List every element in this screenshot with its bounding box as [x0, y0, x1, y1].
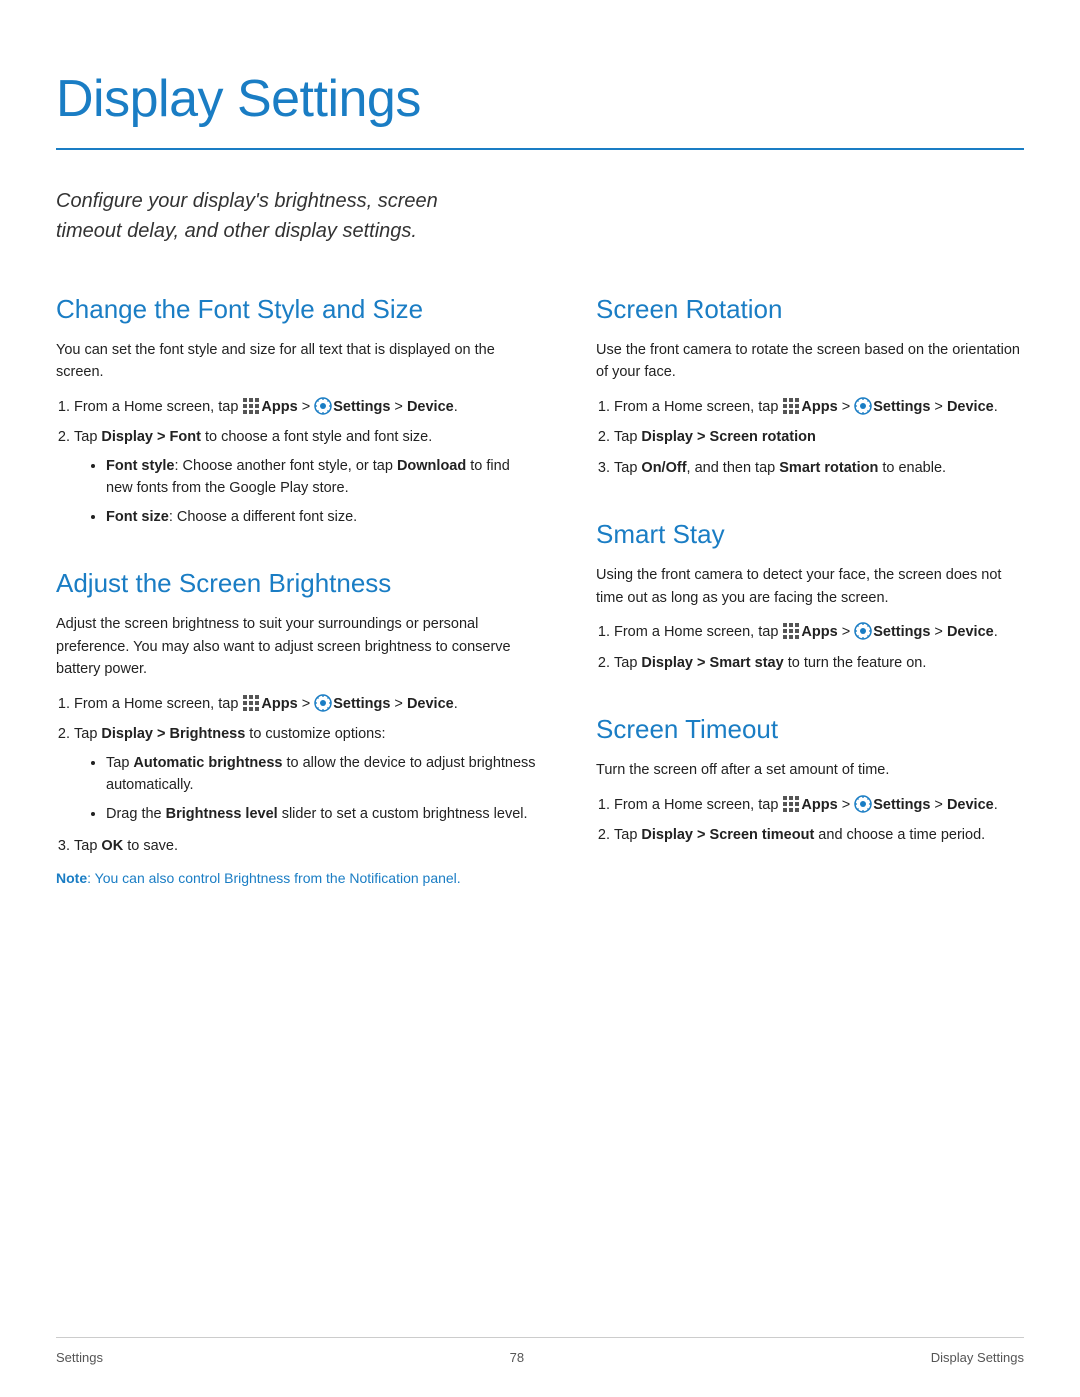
title-divider	[56, 148, 1024, 150]
apps-icon-3	[782, 397, 800, 415]
settings-icon-4	[854, 622, 872, 640]
right-column: Screen Rotation Use the front camera to …	[596, 290, 1024, 925]
left-column: Change the Font Style and Size You can s…	[56, 290, 536, 925]
smart-stay-title: Smart Stay	[596, 515, 1024, 554]
apps-label: Apps	[261, 399, 297, 415]
change-font-step-2: Tap Display > Font to choose a font styl…	[74, 426, 536, 528]
footer-left: Settings	[56, 1348, 103, 1368]
smart-stay-step-1: From a Home screen, tap	[614, 621, 1024, 643]
footer-right: Display Settings	[931, 1348, 1024, 1368]
settings-icon-3	[854, 397, 872, 415]
change-font-bullet-1: Font style: Choose another font style, o…	[106, 455, 536, 500]
screen-rotation-steps: From a Home screen, tap	[596, 396, 1024, 479]
screen-timeout-step-2: Tap Display > Screen timeout and choose …	[614, 824, 1024, 846]
brightness-bullet-2: Drag the Brightness level slider to set …	[106, 803, 536, 825]
footer-page-number: 78	[103, 1348, 931, 1368]
change-font-title: Change the Font Style and Size	[56, 290, 536, 329]
brightness-note: Note: You can also control Brightness fr…	[56, 868, 536, 889]
screen-rotation-step-1: From a Home screen, tap	[614, 396, 1024, 418]
section-screen-rotation: Screen Rotation Use the front camera to …	[596, 290, 1024, 479]
page-footer: Settings 78 Display Settings	[56, 1337, 1024, 1368]
adjust-brightness-description: Adjust the screen brightness to suit you…	[56, 613, 536, 680]
settings-icon	[314, 397, 332, 415]
screen-rotation-description: Use the front camera to rotate the scree…	[596, 339, 1024, 384]
change-font-bullets: Font style: Choose another font style, o…	[74, 455, 536, 528]
adjust-brightness-step-2: Tap Display > Brightness to customize op…	[74, 723, 536, 825]
screen-timeout-title: Screen Timeout	[596, 710, 1024, 749]
section-smart-stay: Smart Stay Using the front camera to det…	[596, 515, 1024, 674]
section-screen-timeout: Screen Timeout Turn the screen off after…	[596, 710, 1024, 846]
change-font-bullet-2: Font size: Choose a different font size.	[106, 506, 536, 528]
section-adjust-brightness: Adjust the Screen Brightness Adjust the …	[56, 564, 536, 888]
apps-icon-4	[782, 622, 800, 640]
brightness-bullet-1: Tap Automatic brightness to allow the de…	[106, 752, 536, 797]
screen-timeout-step-1: From a Home screen, tap	[614, 794, 1024, 816]
change-font-description: You can set the font style and size for …	[56, 339, 536, 384]
intro-text: Configure your display's brightness, scr…	[56, 186, 496, 246]
screen-timeout-steps: From a Home screen, tap	[596, 794, 1024, 847]
note-label: Note	[56, 870, 87, 886]
adjust-brightness-title: Adjust the Screen Brightness	[56, 564, 536, 603]
apps-icon	[242, 397, 260, 415]
settings-icon-2	[314, 694, 332, 712]
smart-stay-steps: From a Home screen, tap	[596, 621, 1024, 674]
screen-timeout-description: Turn the screen off after a set amount o…	[596, 759, 1024, 781]
change-font-steps: From a Home screen, tap	[56, 396, 536, 528]
brightness-bullets: Tap Automatic brightness to allow the de…	[74, 752, 536, 825]
adjust-brightness-steps: From a Home screen, tap	[56, 693, 536, 858]
screen-rotation-step-3: Tap On/Off, and then tap Smart rotation …	[614, 457, 1024, 479]
two-column-layout: Change the Font Style and Size You can s…	[56, 290, 1024, 925]
screen-rotation-title: Screen Rotation	[596, 290, 1024, 329]
page-title: Display Settings	[56, 60, 1024, 138]
adjust-brightness-step-3: Tap OK to save.	[74, 835, 536, 857]
settings-label-1: Settings	[333, 399, 390, 415]
smart-stay-step-2: Tap Display > Smart stay to turn the fea…	[614, 652, 1024, 674]
screen-rotation-step-2: Tap Display > Screen rotation	[614, 426, 1024, 448]
section-change-font: Change the Font Style and Size You can s…	[56, 290, 536, 528]
apps-icon-2	[242, 694, 260, 712]
device-label-1: Device	[407, 399, 454, 415]
smart-stay-description: Using the front camera to detect your fa…	[596, 564, 1024, 609]
apps-icon-5	[782, 795, 800, 813]
change-font-step-1: From a Home screen, tap	[74, 396, 536, 418]
adjust-brightness-step-1: From a Home screen, tap	[74, 693, 536, 715]
settings-icon-5	[854, 795, 872, 813]
